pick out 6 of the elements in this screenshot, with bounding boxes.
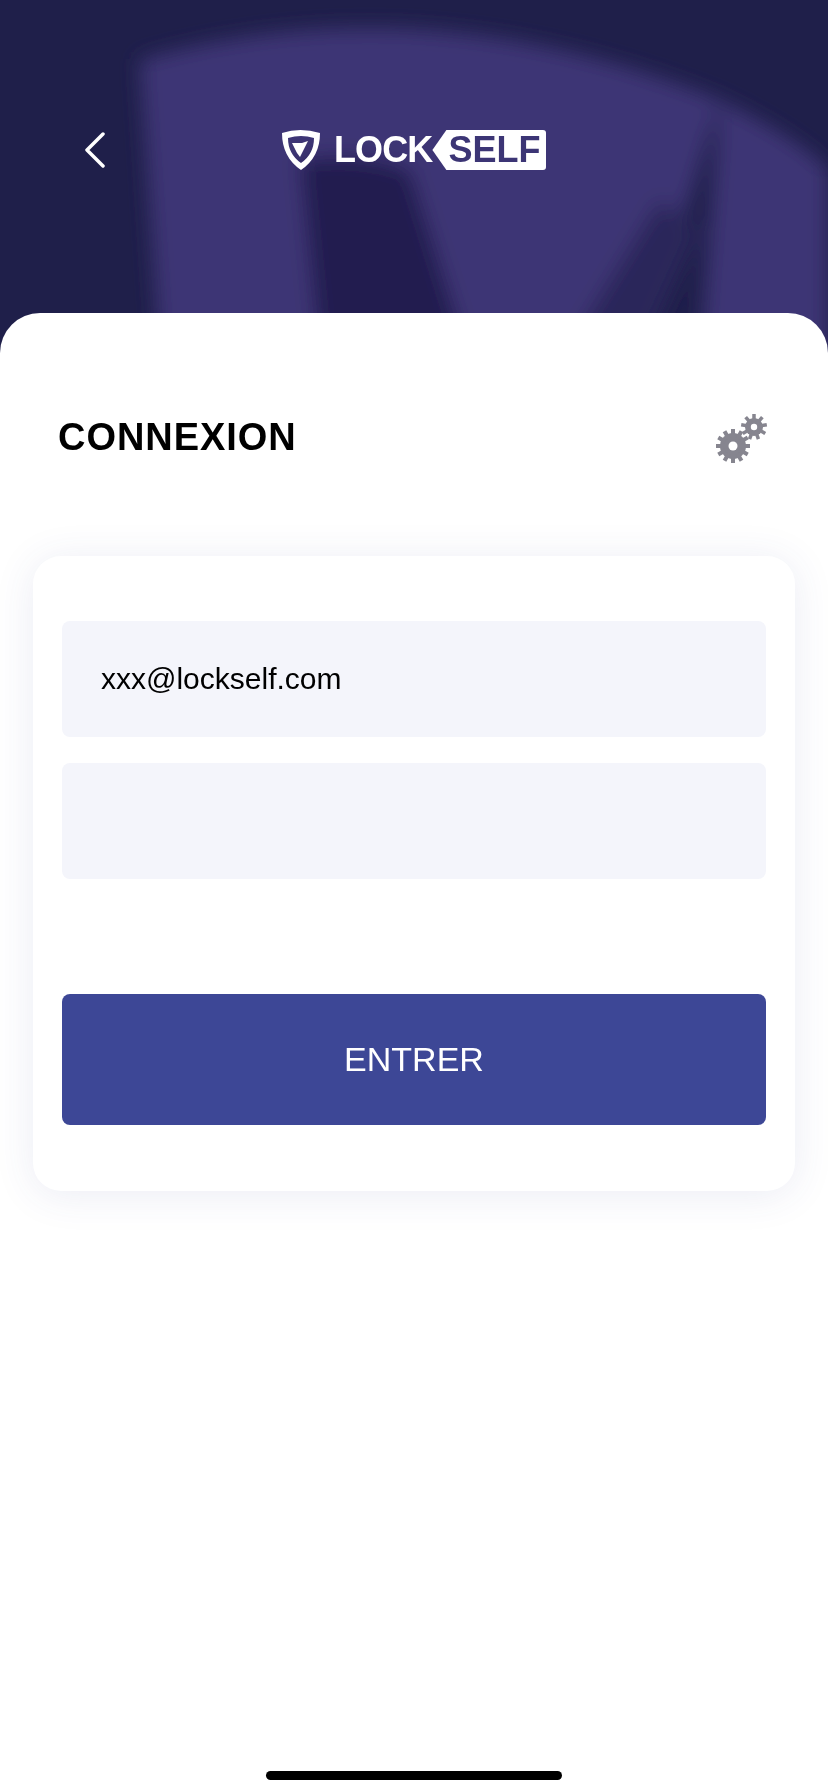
submit-button[interactable]: ENTRER [62, 994, 766, 1125]
page-title: CONNEXION [58, 415, 297, 460]
logo-text: LOCK [334, 132, 433, 168]
shield-icon [280, 129, 322, 171]
logo-text: SELF [432, 130, 547, 170]
email-field[interactable]: xxx@lockself.com [62, 621, 766, 737]
